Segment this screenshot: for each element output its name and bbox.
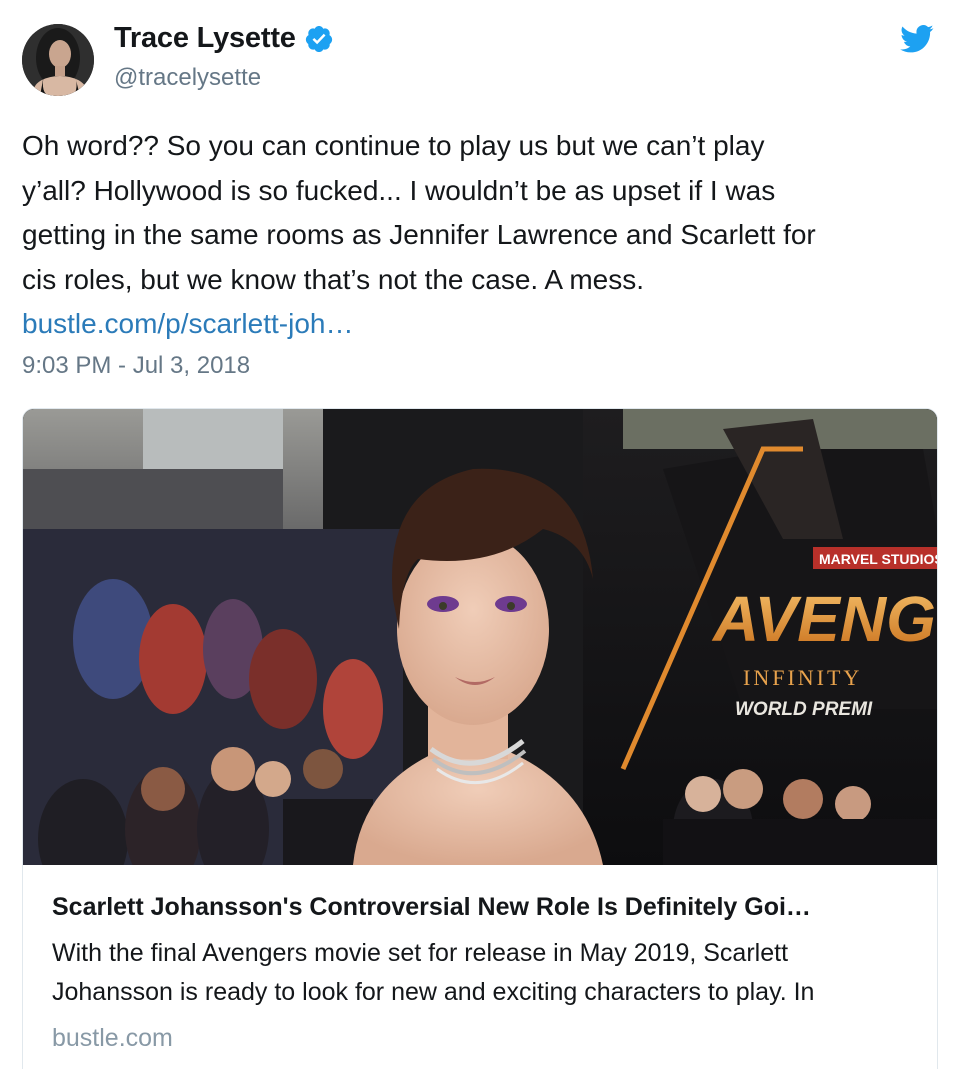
tweet-link[interactable]: bustle.com/p/scarlett-joh… xyxy=(22,302,353,346)
avatar[interactable] xyxy=(22,24,94,96)
sign-title-text: AVENG xyxy=(711,583,936,655)
twitter-bird-icon[interactable] xyxy=(900,24,934,54)
link-preview-card[interactable]: MARVEL STUDIOS AVENG INFINITY WORLD PREM… xyxy=(22,408,938,1069)
card-domain: bustle.com xyxy=(52,1024,173,1052)
sign-premiere-text: WORLD PREMI xyxy=(735,699,873,720)
verified-badge-icon xyxy=(305,25,332,52)
card-photo: MARVEL STUDIOS AVENG INFINITY WORLD PREM… xyxy=(23,409,937,865)
card-image[interactable]: MARVEL STUDIOS AVENG INFINITY WORLD PREM… xyxy=(23,409,937,865)
avatar-photo xyxy=(22,24,94,96)
tweet-text: Oh word?? So you can continue to play us… xyxy=(22,130,816,295)
card-title[interactable]: Scarlett Johansson's Controversial New R… xyxy=(52,887,912,927)
card-description: With the final Avengers movie set for re… xyxy=(52,939,815,1006)
display-name[interactable]: Trace Lysette xyxy=(114,22,296,55)
sign-sub-text: INFINITY xyxy=(743,665,862,690)
author-name-row[interactable]: Trace Lysette xyxy=(114,22,334,55)
sign-brand-text: MARVEL STUDIOS xyxy=(819,551,937,567)
tweet-timestamp[interactable]: 9:03 PM - Jul 3, 2018 xyxy=(22,348,250,384)
author-handle[interactable]: @tracelysette xyxy=(114,64,261,92)
